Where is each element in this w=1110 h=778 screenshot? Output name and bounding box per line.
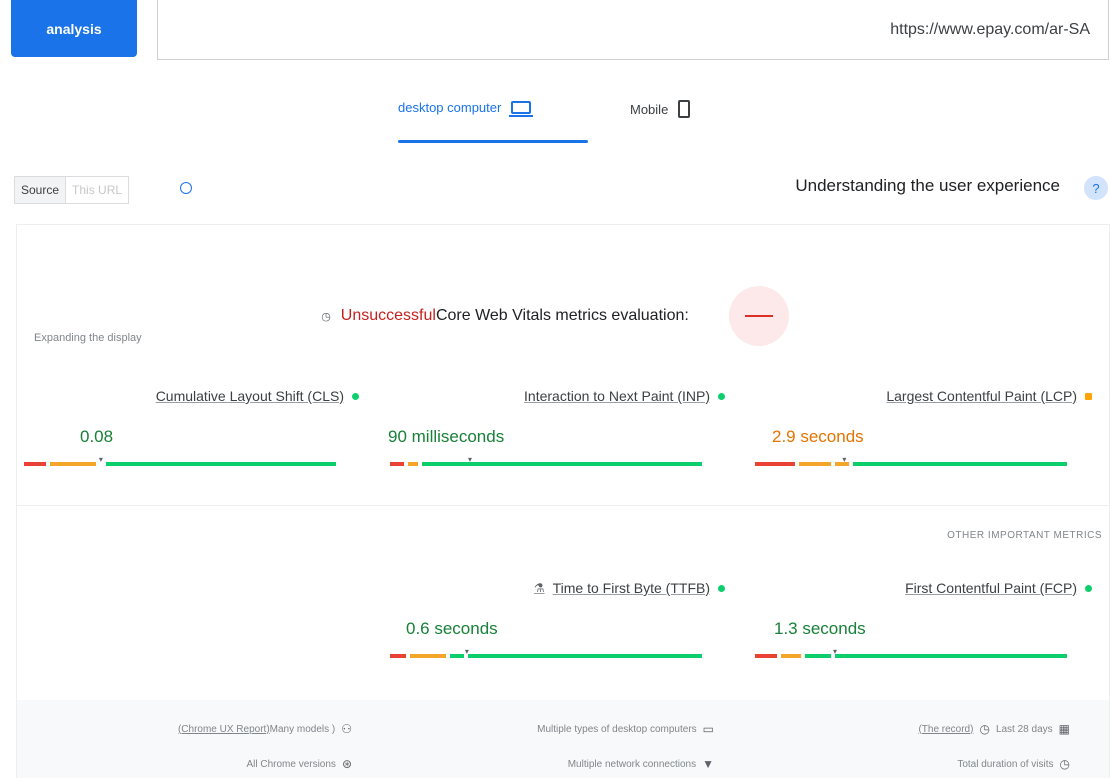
tab-desktop-label: desktop computer (398, 100, 502, 115)
chrome-icon: ⊛ (341, 757, 352, 771)
metric-lcp-name: Largest Contentful Paint (LCP) (886, 388, 1077, 404)
metric-ttfb-name: Time to First Byte (TTFB) (552, 580, 710, 596)
analyze-button[interactable]: analysis (11, 0, 137, 57)
desktop-monitor-icon (509, 101, 534, 117)
footer-period: (The record) ◷ Last 28 days ▦ (918, 722, 1070, 736)
metric-lcp-title[interactable]: Largest Contentful Paint (LCP) (886, 388, 1092, 404)
metric-inp-title[interactable]: Interaction to Next Paint (INP) (524, 388, 725, 404)
assessment-gauge-icon (728, 286, 789, 346)
assessment-status: Unsuccessful (340, 307, 436, 324)
ux-section-title: Understanding the user experience (795, 176, 1060, 195)
assessment-summary: ◷ UnsuccessfulCore Web Vitals metrics ev… (0, 286, 1110, 346)
good-status-icon (352, 392, 359, 400)
metric-inp-value: 90 milliseconds (388, 427, 505, 446)
duration-text: Total duration of visits (957, 758, 1054, 770)
devices-icon: ▭ (702, 722, 714, 736)
metric-ttfb-title[interactable]: ⚗ Time to First Byte (TTFB) (534, 580, 725, 596)
url-value: https://www.epay.com/ar-SA (890, 20, 1090, 38)
tab-mobile[interactable]: Mobile (630, 100, 691, 118)
footer-duration: Total duration of visits ◷ (957, 757, 1070, 771)
timer-icon: ◷ (1059, 757, 1070, 771)
ux-help-icon[interactable]: ? (1084, 176, 1108, 200)
footer-connections: Multiple network connections ▼ (568, 757, 714, 771)
metric-fcp-title[interactable]: First Contentful Paint (FCP) (905, 580, 1092, 596)
period-text: Last 28 days (995, 723, 1053, 735)
metric-lcp-value: 2.9 seconds (772, 427, 864, 446)
good-status-icon (1085, 584, 1092, 592)
report-footer (17, 700, 1109, 778)
metric-inp-name: Interaction to Next Paint (INP) (524, 388, 710, 404)
crux-report-link[interactable]: (Chrome UX Report) (178, 724, 270, 735)
connections-text: Multiple network connections (567, 758, 697, 770)
metric-cls-bar: ▾ (24, 456, 336, 466)
other-metrics-heading: OTHER IMPORTANT METRICS (947, 530, 1102, 541)
section-divider (17, 505, 1109, 506)
expand-view-link[interactable]: Expanding the display (34, 332, 142, 344)
metric-marker: ▾ (842, 455, 847, 464)
metric-lcp-bar: ▾ (755, 456, 1067, 466)
metric-ttfb-bar: ▾ (390, 648, 702, 658)
assessment-text: Core Web Vitals metrics evaluation: (435, 307, 689, 324)
tab-desktop[interactable]: desktop computer (398, 100, 534, 117)
users-icon: ⚇ (341, 722, 352, 736)
wifi-icon: ▼ (702, 757, 714, 771)
metric-marker: ▾ (98, 455, 103, 464)
info-icon[interactable] (180, 182, 192, 194)
average-status-icon (1085, 392, 1092, 400)
metric-fcp-bar: ▾ (755, 648, 1067, 658)
clock-icon: ◷ (979, 722, 990, 736)
footer-chrome-versions: All Chrome versions ⊛ (246, 757, 352, 771)
metric-marker: ▾ (464, 647, 469, 656)
metric-ttfb-value: 0.6 seconds (406, 619, 498, 638)
good-status-icon (718, 392, 725, 400)
calendar-icon: ▦ (1058, 722, 1070, 736)
metric-cls-value: 0.08 (80, 427, 114, 446)
tab-mobile-label: Mobile (630, 101, 669, 117)
metric-fcp-name: First Contentful Paint (FCP) (905, 580, 1077, 596)
active-tab-indicator (398, 140, 588, 143)
toggle-this-url[interactable]: This URL (66, 177, 128, 203)
assessment-clock-icon: ◷ (321, 310, 331, 323)
footer-devices: Multiple types of desktop computers ▭ (537, 722, 714, 736)
url-input[interactable]: https://www.epay.com/ar-SA (157, 0, 1109, 60)
metric-inp-bar: ▾ (390, 456, 702, 466)
metric-cls-title[interactable]: Cumulative Layout Shift (CLS) (156, 388, 359, 404)
record-link[interactable]: (The record) (918, 724, 973, 735)
metric-marker: ▾ (468, 455, 473, 464)
good-status-icon (718, 584, 725, 592)
metric-marker: ▾ (833, 647, 838, 656)
chrome-versions-text: All Chrome versions (246, 758, 336, 770)
toggle-source[interactable]: Source (15, 177, 67, 203)
crux-text: Many models ) (269, 723, 336, 735)
mobile-phone-icon (678, 100, 691, 118)
footer-crux: (Chrome UX Report)Many models ) ⚇ (178, 722, 352, 736)
source-toggle[interactable]: Source This URL (14, 176, 130, 204)
metric-cls-name: Cumulative Layout Shift (CLS) (155, 388, 344, 404)
metric-fcp-value: 1.3 seconds (774, 619, 866, 638)
devices-text: Multiple types of desktop computers (537, 723, 697, 735)
flask-icon: ⚗ (533, 581, 545, 595)
